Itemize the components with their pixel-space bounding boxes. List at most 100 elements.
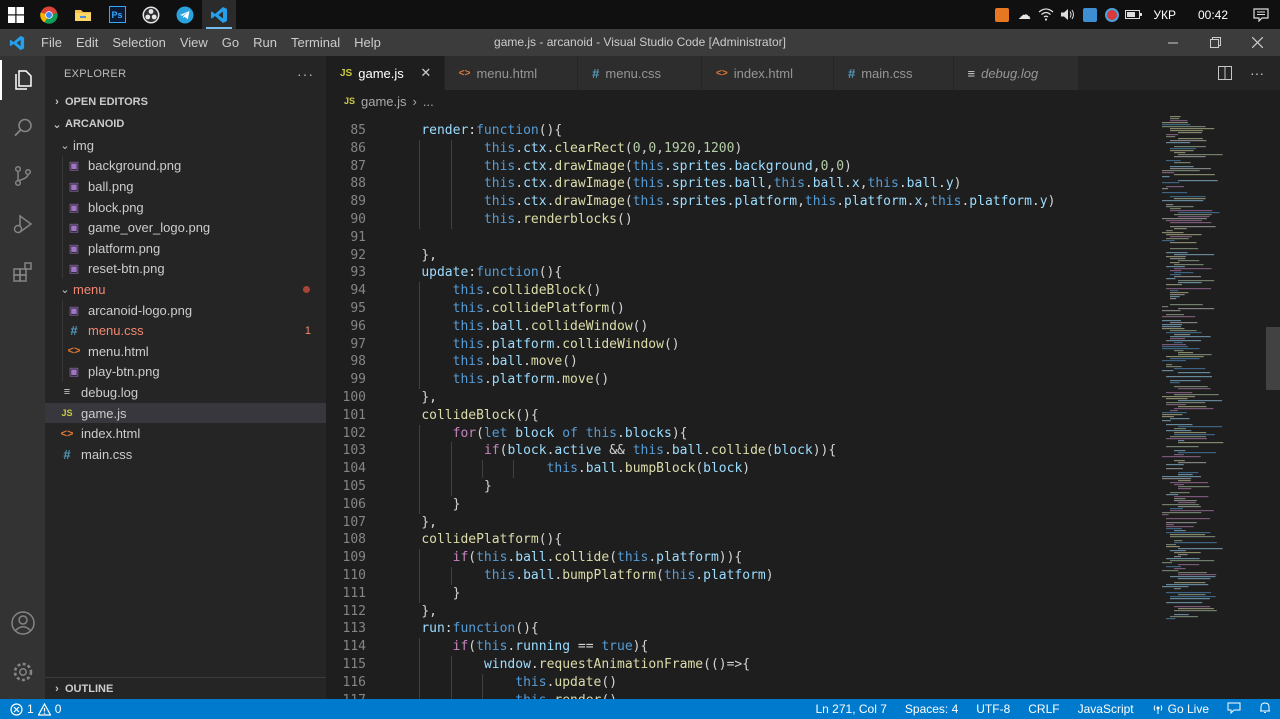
- code-line[interactable]: 97 this.platform.collideWindow(): [326, 335, 1156, 354]
- source-control-activity[interactable]: [0, 152, 45, 200]
- file-debug-log[interactable]: ≡ debug.log: [45, 382, 326, 403]
- taskbar-chrome[interactable]: [32, 0, 66, 29]
- problems-indicator[interactable]: 1 0: [0, 702, 61, 716]
- more-actions-button[interactable]: ···: [297, 66, 314, 82]
- extensions-activity[interactable]: [0, 248, 45, 296]
- code-line[interactable]: 116 this.update(): [326, 673, 1156, 692]
- taskbar-file-explorer[interactable]: [66, 0, 100, 29]
- tab-debug-log[interactable]: ≡ debug.log: [953, 56, 1080, 90]
- code-line[interactable]: 88 this.ctx.drawImage(this.sprites.ball,t…: [326, 175, 1156, 194]
- code-line[interactable]: 96 this.ball.collideWindow(): [326, 317, 1156, 336]
- breadcrumb-symbol[interactable]: ...: [423, 94, 434, 109]
- taskbar-vscode[interactable]: [202, 0, 236, 29]
- system-clock[interactable]: 00:42: [1184, 8, 1242, 22]
- more-editor-actions-button[interactable]: ···: [1246, 62, 1268, 84]
- menu-help[interactable]: Help: [347, 29, 388, 56]
- file-arcanoid-logo-png[interactable]: ▣ arcanoid-logo.png: [45, 299, 326, 321]
- tab-game-js[interactable]: JS game.js ✕: [326, 56, 445, 90]
- menu-selection[interactable]: Selection: [105, 29, 172, 56]
- code-line[interactable]: 95 this.collidePlatform(): [326, 300, 1156, 318]
- code-line[interactable]: 99 this.platform.move(): [326, 371, 1156, 389]
- manage-activity[interactable]: [0, 648, 45, 696]
- editor-scrollbar[interactable]: [1266, 112, 1280, 699]
- arcanoid-section[interactable]: ⌄ ARCANOID: [45, 113, 326, 135]
- file-main-css[interactable]: # main.css: [45, 444, 326, 465]
- menu-terminal[interactable]: Terminal: [284, 29, 347, 56]
- restore-button[interactable]: [1194, 29, 1236, 56]
- file-ball-png[interactable]: ▣ ball.png: [45, 176, 326, 197]
- code-line[interactable]: 102 for(let block of this.blocks){: [326, 424, 1156, 443]
- calendar-app-icon[interactable]: [1079, 0, 1101, 29]
- code-line[interactable]: 106}: [326, 495, 1156, 514]
- volume-icon[interactable]: [1057, 0, 1079, 29]
- taskbar-photoshop[interactable]: Ps: [100, 0, 134, 29]
- battery-icon[interactable]: [1123, 0, 1145, 29]
- taskbar-obs[interactable]: [134, 0, 168, 29]
- code-line[interactable]: 105}: [326, 478, 1156, 496]
- code-line[interactable]: 112},: [326, 603, 1156, 621]
- file-background-png[interactable]: ▣ background.png: [45, 155, 326, 177]
- search-activity[interactable]: [0, 104, 45, 152]
- language-mode[interactable]: JavaScript: [1069, 702, 1143, 716]
- go-live-button[interactable]: Go Live: [1143, 702, 1218, 716]
- explorer-activity[interactable]: [0, 56, 45, 104]
- menu-edit[interactable]: Edit: [69, 29, 105, 56]
- code-line[interactable]: 109 if(this.ball.collide(this.platform)){: [326, 549, 1156, 567]
- run-debug-activity[interactable]: [0, 200, 45, 248]
- folder-menu[interactable]: ⌄ menu: [45, 279, 326, 300]
- split-editor-button[interactable]: [1214, 62, 1236, 84]
- file-reset-btn-png[interactable]: ▣ reset-btn.png: [45, 258, 326, 280]
- antivirus-icon[interactable]: [1101, 0, 1123, 29]
- end-of-line[interactable]: CRLF: [1019, 702, 1068, 716]
- code-line[interactable]: 94 this.collideBlock(): [326, 282, 1156, 300]
- cursor-position[interactable]: Ln 271, Col 7: [807, 702, 896, 716]
- code-line[interactable]: 110 this.ball.bumpPlatform(this.platform): [326, 567, 1156, 585]
- code-line[interactable]: 89 this.ctx.drawImage(this.sprites.platfo…: [326, 193, 1156, 211]
- tab-main-css[interactable]: # main.css: [833, 56, 954, 90]
- code-line[interactable]: 92},: [326, 247, 1156, 265]
- code-line[interactable]: 117 this.render(): [326, 691, 1156, 699]
- file-menu-html[interactable]: <> menu.html: [45, 340, 326, 362]
- file-block-png[interactable]: ▣ block.png: [45, 196, 326, 218]
- indentation[interactable]: Spaces: 4: [896, 702, 967, 716]
- code-line[interactable]: 107},: [326, 514, 1156, 532]
- code-line[interactable]: 91: [326, 229, 1156, 247]
- code-line[interactable]: 85 render:function(){: [326, 122, 1156, 140]
- notification-center-icon[interactable]: [1242, 0, 1280, 29]
- breadcrumb-file[interactable]: game.js: [361, 94, 407, 109]
- menu-go[interactable]: Go: [215, 29, 246, 56]
- code-line[interactable]: 103 if(block.active && this.ball.collide(…: [326, 442, 1156, 461]
- code-line[interactable]: 90 this.renderblocks(): [326, 211, 1156, 229]
- windows-start-button[interactable]: [0, 0, 32, 29]
- wifi-icon[interactable]: [1035, 0, 1057, 29]
- keyboard-language[interactable]: УКР: [1145, 8, 1184, 22]
- code-line[interactable]: 113 run:function(){: [326, 620, 1156, 638]
- accounts-activity[interactable]: [0, 599, 45, 647]
- code-line[interactable]: 111}: [326, 584, 1156, 603]
- folder-img[interactable]: ⌄ img: [45, 135, 326, 156]
- close-tab-icon[interactable]: ✕: [418, 65, 434, 81]
- taskbar-telegram[interactable]: [168, 0, 202, 29]
- code-line[interactable]: 115 window.requestAnimationFrame(()=>{: [326, 656, 1156, 674]
- file-game-js[interactable]: JS game.js: [45, 402, 326, 424]
- code-line[interactable]: 114 if(this.running == true){: [326, 638, 1156, 656]
- menu-view[interactable]: View: [173, 29, 215, 56]
- menu-run[interactable]: Run: [246, 29, 284, 56]
- code-editor[interactable]: 85 render:function(){86 this.ctx.clearRect…: [326, 112, 1280, 699]
- menu-file[interactable]: File: [34, 29, 69, 56]
- file-index-html[interactable]: <> index.html: [45, 423, 326, 444]
- file-platform-png[interactable]: ▣ platform.png: [45, 237, 326, 259]
- tab-index-html[interactable]: <> index.html: [702, 56, 834, 90]
- code-line[interactable]: 108 collidePlatform(){: [326, 531, 1156, 549]
- outline-section[interactable]: › OUTLINE: [45, 677, 326, 699]
- notifications-button[interactable]: [1250, 701, 1280, 717]
- code-line[interactable]: 101 collideBlock(){: [326, 407, 1156, 425]
- code-line[interactable]: 104 this.ball.bumpBlock(block): [326, 460, 1156, 478]
- flame-app-icon[interactable]: [991, 0, 1013, 29]
- tab-menu-html[interactable]: <> menu.html: [444, 56, 579, 90]
- scrollbar-thumb[interactable]: [1266, 327, 1280, 390]
- code-line[interactable]: 86 this.ctx.clearRect(0,0,1920,1200): [326, 139, 1156, 158]
- cloud-sync-icon[interactable]: ☁: [1013, 0, 1035, 29]
- encoding[interactable]: UTF-8: [967, 702, 1019, 716]
- tab-menu-css[interactable]: # menu.css: [578, 56, 703, 90]
